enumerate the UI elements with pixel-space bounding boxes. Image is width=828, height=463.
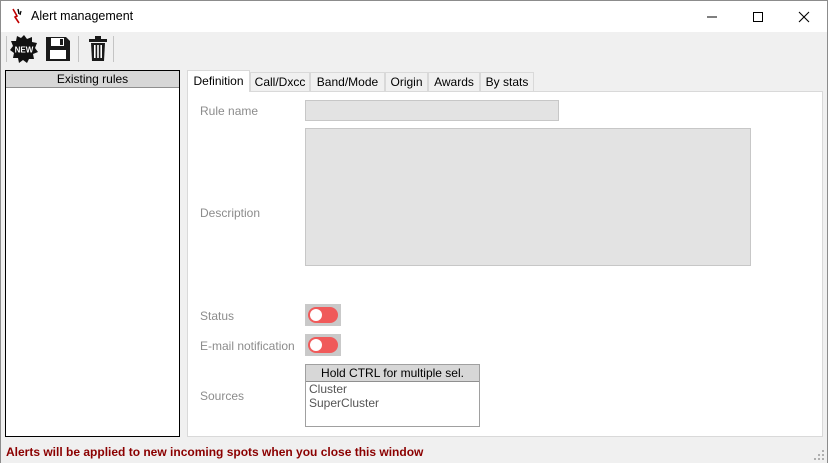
save-icon <box>46 37 70 61</box>
description-textarea[interactable] <box>305 128 751 266</box>
email-notification-label: E-mail notification <box>200 339 295 353</box>
tab-awards[interactable]: Awards <box>428 72 480 92</box>
toolbar-separator <box>6 36 7 62</box>
toolbar-separator <box>113 36 114 62</box>
svg-text:NEW: NEW <box>15 46 34 55</box>
window-title: Alert management <box>31 9 134 23</box>
tab-origin[interactable]: Origin <box>385 72 428 92</box>
new-rule-button[interactable]: NEW <box>9 34 39 64</box>
existing-rules-header: Existing rules <box>6 71 179 88</box>
close-icon <box>798 11 810 22</box>
sources-header: Hold CTRL for multiple sel. <box>306 365 479 382</box>
tab-band-mode[interactable]: Band/Mode <box>310 72 385 92</box>
email-notification-toggle[interactable] <box>305 334 341 356</box>
delete-rule-button[interactable] <box>83 34 113 64</box>
source-item-supercluster[interactable]: SuperCluster <box>306 396 479 410</box>
tab-call-dxcc[interactable]: Call/Dxcc <box>250 72 310 92</box>
alert-management-window: Alert management NEW Existing rules Defi… <box>0 0 828 463</box>
status-label: Status <box>200 309 235 323</box>
source-item-cluster[interactable]: Cluster <box>306 382 479 396</box>
minimize-button[interactable] <box>689 1 735 32</box>
toolbar-separator <box>78 36 79 62</box>
close-button[interactable] <box>781 1 827 32</box>
status-message: Alerts will be applied to new incoming s… <box>6 445 424 459</box>
tab-by-stats[interactable]: By stats <box>480 72 534 92</box>
maximize-icon <box>753 11 763 22</box>
app-icon <box>12 8 22 24</box>
resize-grip-icon[interactable] <box>813 449 825 461</box>
minimize-icon <box>707 16 717 17</box>
sources-label: Sources <box>200 389 245 403</box>
rule-name-label: Rule name <box>200 104 259 118</box>
description-label: Description <box>200 206 261 220</box>
email-notification-switch <box>308 337 338 353</box>
tab-definition[interactable]: Definition <box>187 70 250 92</box>
title-bar: Alert management <box>1 1 827 32</box>
existing-rules-list[interactable]: Existing rules <box>5 70 180 437</box>
status-bar: Alerts will be applied to new incoming s… <box>1 442 827 463</box>
toolbar: NEW <box>1 32 827 66</box>
status-toggle[interactable] <box>305 304 341 326</box>
rule-name-input[interactable] <box>305 100 559 121</box>
maximize-button[interactable] <box>735 1 781 32</box>
status-switch <box>308 307 338 323</box>
trash-icon <box>89 36 107 61</box>
save-button[interactable] <box>43 34 73 64</box>
toggle-knob <box>310 339 322 351</box>
sources-listbox[interactable]: Hold CTRL for multiple sel. Cluster Supe… <box>305 364 480 427</box>
definition-panel: Rule name Description Status E-mail noti… <box>187 91 823 437</box>
new-rule-icon: NEW <box>10 35 38 63</box>
toggle-knob <box>310 309 322 321</box>
